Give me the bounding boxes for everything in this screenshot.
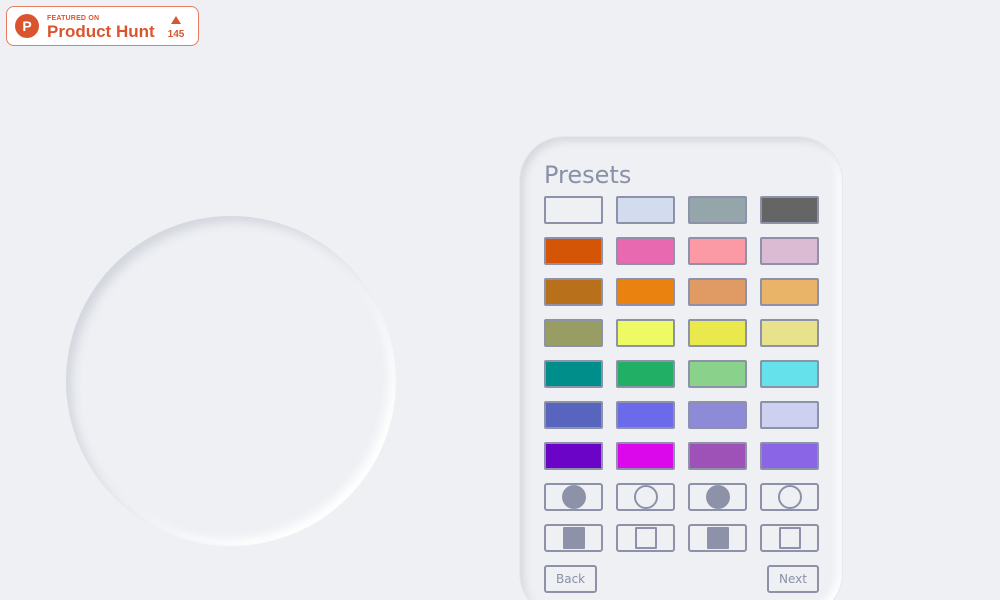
color-swatch[interactable] [688,237,747,265]
next-button[interactable]: Next [767,565,819,593]
circle-filled-icon [561,485,586,509]
color-swatch[interactable] [544,319,603,347]
page: P FEATURED ON Product Hunt 145 Presets B… [0,0,1000,600]
upvote-counter: 145 [166,13,186,40]
featured-on-label: FEATURED ON [47,15,100,22]
color-swatch[interactable] [544,196,603,224]
color-swatch[interactable] [544,442,603,470]
color-swatch[interactable] [760,237,819,265]
color-swatch[interactable] [544,401,603,429]
color-swatch[interactable] [544,278,603,306]
square-shape-button[interactable] [544,524,603,552]
product-hunt-name: Product Hunt [47,22,155,41]
circle-shape-button[interactable] [688,483,747,511]
back-button[interactable]: Back [544,565,598,593]
color-swatch[interactable] [760,401,819,429]
color-swatch[interactable] [616,401,675,429]
color-swatch[interactable] [760,442,819,470]
color-swatch[interactable] [616,442,675,470]
color-swatch[interactable] [544,237,603,265]
circle-filled-icon [705,485,730,509]
product-hunt-logo-icon: P [15,14,39,38]
color-swatch[interactable] [616,278,675,306]
color-swatch[interactable] [688,360,747,388]
color-swatch[interactable] [760,319,819,347]
color-swatch[interactable] [688,401,747,429]
swatch-grid [544,196,819,552]
upvote-count: 145 [167,29,185,40]
color-swatch[interactable] [544,360,603,388]
square-shape-button[interactable] [616,524,675,552]
color-swatch[interactable] [688,278,747,306]
circle-outline-icon [633,485,658,509]
upvote-arrow-icon [171,16,181,24]
color-swatch[interactable] [616,196,675,224]
circle-outline-icon [777,485,802,509]
square-shape-button[interactable] [760,524,819,552]
color-swatch[interactable] [760,360,819,388]
presets-title: Presets [544,161,632,189]
product-hunt-logo-letter: P [22,18,31,34]
square-outline-icon [778,527,801,549]
color-swatch[interactable] [760,278,819,306]
color-swatch[interactable] [616,360,675,388]
color-swatch[interactable] [616,237,675,265]
square-filled-icon [562,527,585,549]
presets-panel: Presets Back Next [520,137,842,600]
color-swatch[interactable] [688,319,747,347]
square-filled-icon [706,527,729,549]
color-swatch[interactable] [688,196,747,224]
circle-shape-button[interactable] [544,483,603,511]
neumorphic-preview-circle [66,216,396,546]
circle-shape-button[interactable] [760,483,819,511]
color-swatch[interactable] [616,319,675,347]
color-swatch[interactable] [688,442,747,470]
square-outline-icon [634,527,657,549]
color-swatch[interactable] [760,196,819,224]
circle-shape-button[interactable] [616,483,675,511]
product-hunt-badge[interactable]: P FEATURED ON Product Hunt 145 [6,6,199,46]
square-shape-button[interactable] [688,524,747,552]
